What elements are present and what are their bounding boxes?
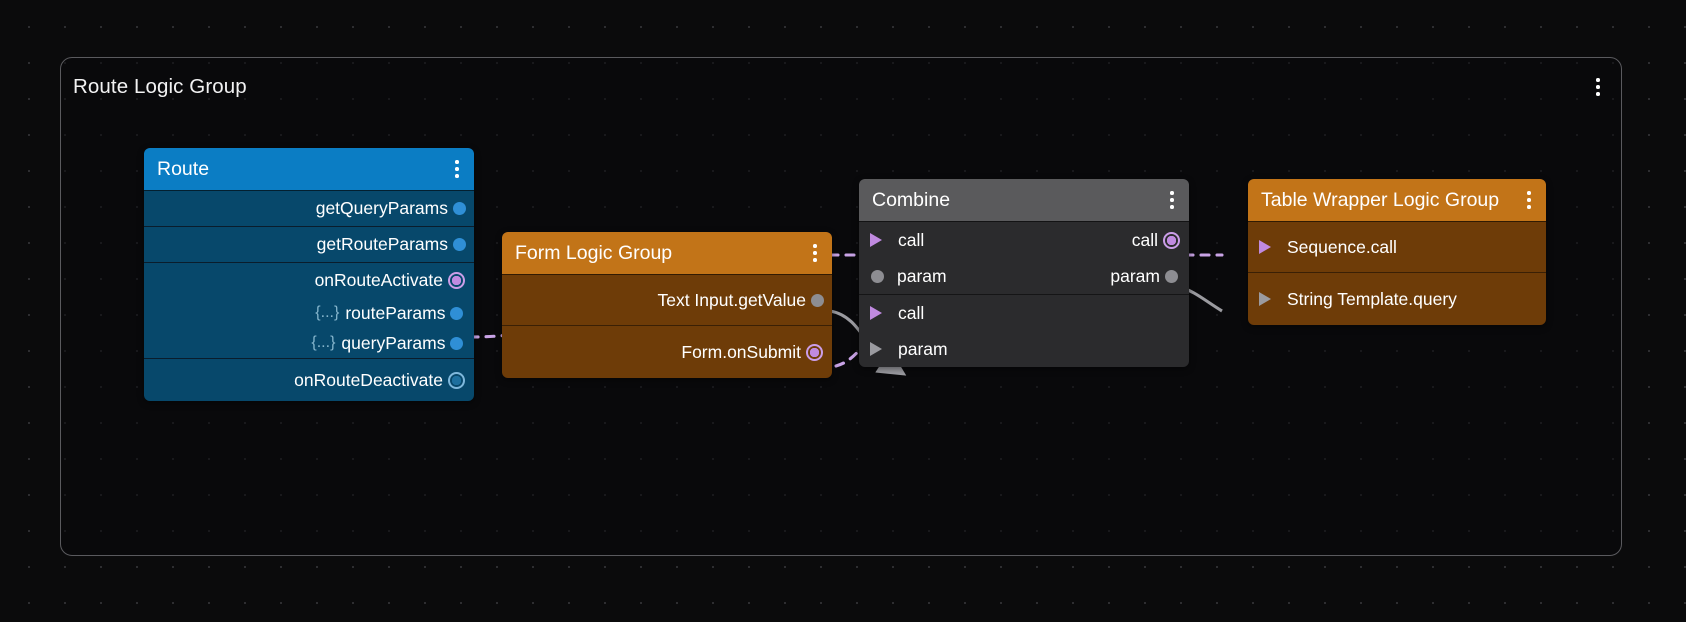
port-row-combine-call-in-out[interactable]: call call [859,222,1189,258]
port-ring-icon[interactable] [447,271,466,290]
port-row-text-input-getvalue[interactable]: Text Input.getValue [502,275,832,325]
kebab-menu-icon[interactable] [1520,189,1538,211]
port-row-sequence-call[interactable]: Sequence.call [1248,222,1546,272]
port-dot-icon[interactable] [452,202,466,216]
port-exec-triangle-icon[interactable] [869,305,885,320]
port-dot-icon[interactable] [810,293,824,307]
port-row-get-route-params[interactable]: getRouteParams [144,227,474,262]
node-combine-section-2: call param [859,294,1189,367]
port-row-combine-call-2[interactable]: call [859,295,1189,331]
port-label-out: param [1110,265,1160,286]
node-table-header[interactable]: Table Wrapper Logic Group [1248,179,1546,221]
node-route-section-4: onRouteDeactivate [144,358,474,401]
port-label: Text Input.getValue [657,289,806,310]
port-exec-triangle-icon[interactable] [1258,239,1274,254]
object-type-prefix: {...} [315,304,340,321]
node-form-title: Form Logic Group [515,241,673,264]
port-ring-icon[interactable] [447,371,466,390]
node-combine-title: Combine [872,188,951,211]
port-row-on-route-activate[interactable]: onRouteActivate [144,263,474,298]
node-route-section-2: getRouteParams [144,226,474,262]
port-label: Form.onSubmit [681,341,801,362]
port-row-route-params[interactable]: {...} routeParams [144,298,474,328]
port-row-combine-param-2[interactable]: param [859,331,1189,367]
node-form-section-2: Form.onSubmit [502,325,832,378]
port-label-in: call [898,229,925,250]
port-row-on-route-deactivate[interactable]: onRouteDeactivate [144,359,474,401]
node-table-section-2: String Template.query [1248,272,1546,325]
port-label: onRouteDeactivate [294,369,443,390]
port-dot-icon[interactable] [870,269,884,283]
port-label: routeParams [345,302,446,323]
port-label-out: call [1131,229,1158,250]
port-ring-icon[interactable] [805,343,824,362]
node-route[interactable]: Route getQueryParams getRouteParams onRo… [144,148,474,401]
port-label: param [898,338,948,359]
node-combine-header[interactable]: Combine [859,179,1189,221]
port-ring-icon[interactable] [1162,231,1181,250]
port-label: String Template.query [1287,288,1457,309]
node-route-header[interactable]: Route [144,148,474,190]
node-combine[interactable]: Combine call call param param call param [859,179,1189,367]
port-label: queryParams [341,332,446,353]
port-exec-triangle-icon[interactable] [869,232,885,247]
port-dot-icon[interactable] [1164,269,1178,283]
port-dot-icon[interactable] [450,336,464,350]
node-table-title: Table Wrapper Logic Group [1261,188,1500,211]
node-form-header[interactable]: Form Logic Group [502,232,832,274]
node-form-section-1: Text Input.getValue [502,274,832,325]
node-form-logic-group[interactable]: Form Logic Group Text Input.getValue For… [502,232,832,378]
node-route-section-1: getQueryParams [144,190,474,226]
kebab-menu-icon[interactable] [1163,189,1181,211]
node-route-section-3: onRouteActivate {...} routeParams {...} … [144,262,474,358]
port-row-form-onsubmit[interactable]: Form.onSubmit [502,326,832,378]
port-label-in: param [897,265,947,286]
node-table-section-1: Sequence.call [1248,221,1546,272]
kebab-menu-icon[interactable] [1589,76,1607,98]
port-row-combine-param-in-out[interactable]: param param [859,258,1189,294]
node-table-wrapper-logic-group[interactable]: Table Wrapper Logic Group Sequence.call … [1248,179,1546,325]
port-label: call [898,302,925,323]
port-label: onRouteActivate [314,270,443,290]
port-row-query-params[interactable]: {...} queryParams [144,328,474,358]
port-row-string-template-query[interactable]: String Template.query [1248,273,1546,325]
port-row-get-query-params[interactable]: getQueryParams [144,191,474,226]
port-label: getQueryParams [315,198,448,218]
route-logic-group-title: Route Logic Group [73,75,247,98]
object-type-prefix: {...} [311,334,336,351]
port-label: Sequence.call [1287,236,1397,257]
port-dot-icon[interactable] [450,306,464,320]
kebab-menu-icon[interactable] [806,242,824,264]
port-exec-triangle-icon[interactable] [1258,291,1274,306]
port-dot-icon[interactable] [452,238,466,252]
graph-canvas[interactable]: Route Logic Group Route getQueryParams g… [0,0,1686,622]
kebab-menu-icon[interactable] [448,158,466,180]
port-label: getRouteParams [316,234,448,254]
node-combine-section-1: call call param param [859,221,1189,294]
node-route-title: Route [157,157,210,180]
port-exec-triangle-icon[interactable] [869,341,885,356]
